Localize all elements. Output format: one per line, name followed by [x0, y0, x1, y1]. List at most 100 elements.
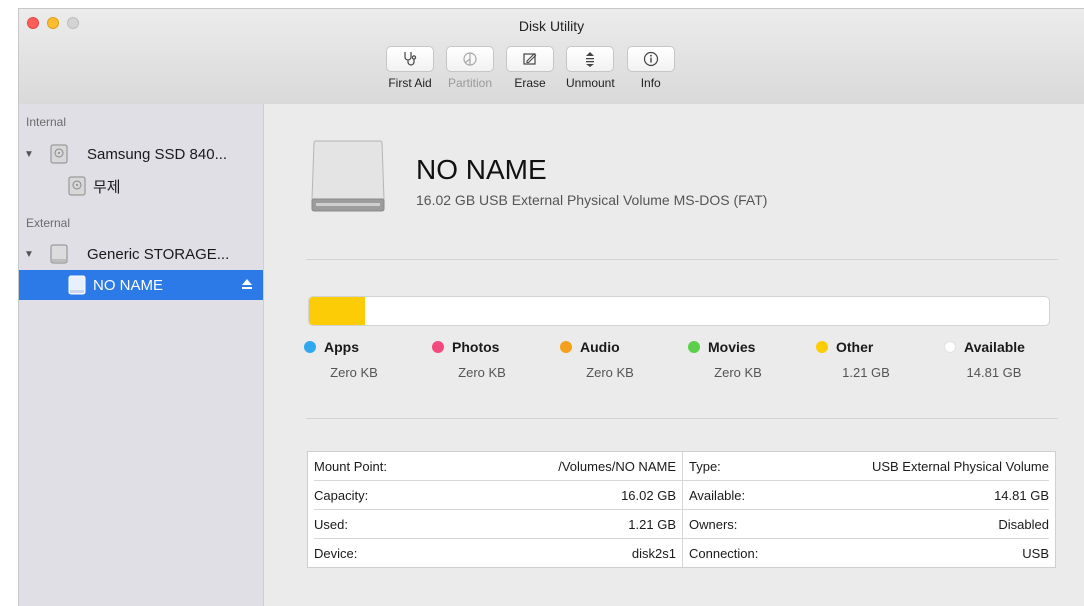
info-value: USB	[1022, 545, 1049, 561]
sidebar-item-label: 무제	[93, 178, 121, 196]
unmount-button[interactable]: Unmount	[566, 46, 615, 90]
usage-legend: Apps Zero KB Photos Zero KB Audio Zero K…	[304, 339, 1064, 389]
sidebar-item-label: NO NAME	[93, 276, 164, 294]
first-aid-button[interactable]: First Aid	[386, 46, 434, 90]
info-cell-left: Capacity: 16.02 GB	[308, 481, 683, 509]
legend-label: Other	[836, 339, 874, 355]
external-drive-icon	[50, 244, 68, 264]
toolbar: First Aid Partition Erase Unmount Info	[386, 46, 687, 90]
sidebar-item-label: Generic STORAGE...	[87, 245, 230, 263]
info-row: Used: 1.21 GB Owners: Disabled	[308, 510, 1055, 538]
info-button[interactable]: Info	[626, 46, 675, 90]
info-value: 1.21 GB	[628, 516, 676, 532]
sidebar: Internal ▼ Samsung SSD 840... 무제 Externa…	[19, 104, 264, 606]
legend-audio: Audio Zero KB	[560, 339, 670, 380]
info-cell-left: Device: disk2s1	[308, 539, 683, 567]
volume-description: 16.02 GB USB External Physical Volume MS…	[416, 192, 768, 208]
divider	[306, 418, 1058, 419]
external-volume-icon	[311, 140, 385, 212]
info-cell-right: Available: 14.81 GB	[683, 481, 1055, 509]
legend-photos: Photos Zero KB	[432, 339, 542, 380]
info-icon	[643, 51, 658, 67]
disclosure-triangle-icon[interactable]: ▼	[24, 149, 34, 160]
first-aid-button-frame[interactable]	[386, 46, 434, 72]
legend-value: Zero KB	[330, 365, 378, 380]
main-panel: NO NAME 16.02 GB USB External Physical V…	[264, 104, 1084, 606]
legend-movies: Movies Zero KB	[688, 339, 798, 380]
info-cell-left: Used: 1.21 GB	[308, 510, 683, 538]
disk-utility-window: Disk Utility First Aid Partition Erase U…	[18, 8, 1084, 606]
movies-dot-icon	[688, 341, 700, 353]
legend-value: 14.81 GB	[966, 365, 1022, 380]
usage-other-segment	[309, 297, 365, 325]
apps-dot-icon	[304, 341, 316, 353]
sidebar-item-no-name[interactable]: NO NAME	[19, 270, 263, 300]
available-dot-icon	[944, 341, 956, 353]
volume-icon	[68, 176, 86, 196]
section-external: External	[26, 216, 71, 230]
legend-label: Photos	[452, 339, 500, 355]
info-value: USB External Physical Volume	[871, 458, 1049, 474]
legend-label: Apps	[324, 339, 359, 355]
window-title: Disk Utility	[518, 18, 585, 34]
legend-label: Audio	[580, 339, 620, 355]
info-label: Used:	[314, 516, 348, 532]
info-row: Device: disk2s1 Connection: USB	[308, 539, 1055, 567]
info-value: 16.02 GB	[621, 487, 676, 503]
info-value: disk2s1	[631, 545, 676, 561]
info-button-frame[interactable]	[626, 46, 675, 72]
info-label: Info	[640, 76, 661, 90]
legend-apps: Apps Zero KB	[304, 339, 414, 380]
partition-label: Partition	[447, 76, 493, 90]
sidebar-item-generic-storage[interactable]: ▼ Generic STORAGE...	[19, 238, 263, 270]
erase-button[interactable]: Erase	[506, 46, 554, 90]
info-label: Mount Point:	[314, 458, 387, 474]
section-internal: Internal	[26, 115, 67, 129]
info-label: Type:	[689, 458, 721, 474]
legend-label: Available	[964, 339, 1025, 355]
info-value: 14.81 GB	[994, 487, 1049, 503]
partition-icon	[463, 52, 477, 66]
erase-label: Erase	[514, 76, 546, 90]
info-label: Connection:	[689, 545, 759, 561]
erase-icon	[523, 53, 537, 65]
info-value: Disabled	[998, 516, 1049, 532]
volume-name: NO NAME	[416, 154, 547, 185]
storage-usage-bar	[308, 296, 1050, 326]
legend-value: Zero KB	[458, 365, 506, 380]
sidebar-item-label: Samsung SSD 840...	[87, 145, 228, 163]
audio-dot-icon	[560, 341, 572, 353]
disclosure-triangle-icon[interactable]: ▼	[24, 249, 34, 260]
legend-value: 1.21 GB	[842, 365, 890, 380]
volume-info-table: Mount Point: /Volumes/NO NAME Type: USB Ex…	[307, 451, 1056, 568]
info-cell-right: Connection: USB	[683, 539, 1055, 567]
partition-button: Partition	[446, 46, 494, 90]
internal-drive-icon	[50, 144, 68, 164]
first-aid-label: First Aid	[388, 76, 432, 90]
title-bar: Disk Utility First Aid Partition Erase U…	[19, 9, 1084, 105]
external-volume-icon	[68, 275, 86, 295]
legend-other: Other 1.21 GB	[816, 339, 926, 380]
info-cell-right: Owners: Disabled	[683, 510, 1055, 538]
info-label: Available:	[689, 487, 746, 503]
other-dot-icon	[816, 341, 828, 353]
erase-button-frame[interactable]	[506, 46, 554, 72]
info-cell-left: Mount Point: /Volumes/NO NAME	[308, 452, 683, 480]
info-label: Owners:	[689, 516, 738, 532]
legend-available: Available 14.81 GB	[944, 339, 1054, 380]
partition-button-frame	[446, 46, 494, 72]
divider	[306, 259, 1058, 260]
legend-label: Movies	[708, 339, 756, 355]
eject-icon[interactable]	[241, 278, 253, 290]
unmount-button-frame[interactable]	[566, 46, 615, 72]
legend-value: Zero KB	[714, 365, 762, 380]
legend-value: Zero KB	[586, 365, 634, 380]
unmount-icon	[586, 52, 595, 67]
sidebar-item-samsung-ssd[interactable]: ▼ Samsung SSD 840...	[19, 138, 263, 170]
info-label: Device:	[314, 545, 358, 561]
sidebar-item-internal-volume[interactable]: 무제	[19, 170, 263, 202]
unmount-label: Unmount	[566, 76, 615, 90]
info-value: /Volumes/NO NAME	[558, 458, 676, 474]
stethoscope-icon	[404, 52, 417, 66]
info-row: Capacity: 16.02 GB Available: 14.81 GB	[308, 481, 1055, 509]
